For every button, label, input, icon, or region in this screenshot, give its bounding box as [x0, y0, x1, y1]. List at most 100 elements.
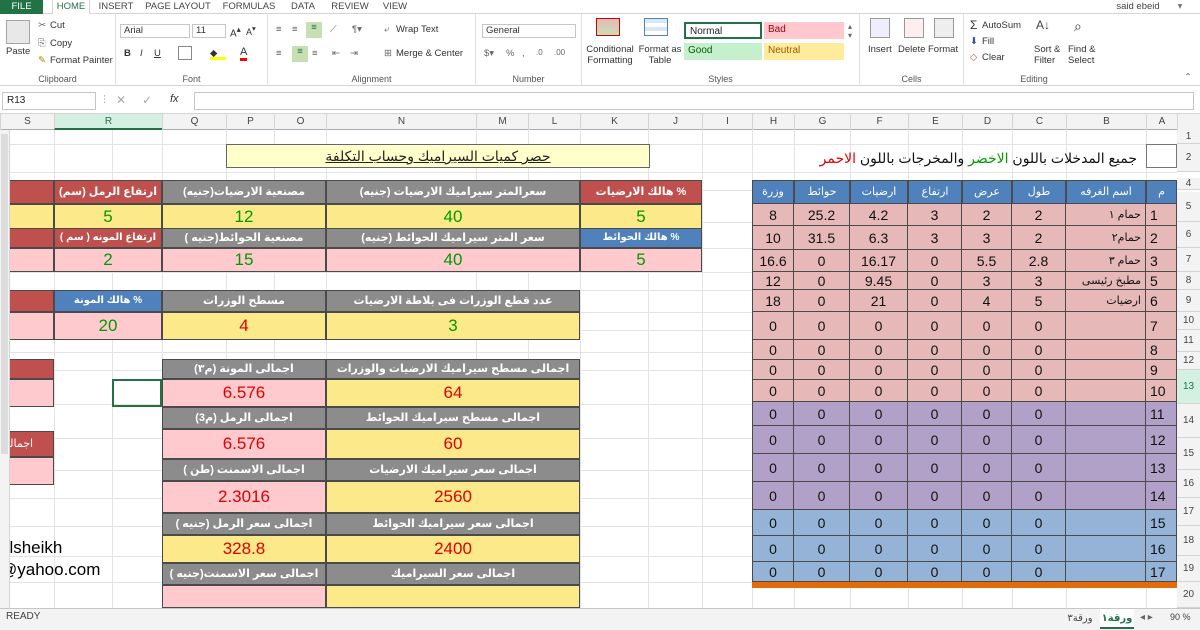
percent-icon[interactable]: % [506, 48, 514, 59]
rooms-cell[interactable]: 0 [850, 510, 908, 536]
rooms-cell[interactable]: 0 [850, 340, 908, 360]
sort-filter-button[interactable]: Sort & Filter [1034, 44, 1068, 66]
rooms-cell[interactable]: 0 [794, 454, 850, 482]
col-header-q[interactable]: Q [162, 114, 226, 130]
rooms-cell[interactable]: 8 [1146, 340, 1177, 360]
skirting-area-value[interactable]: 4 [162, 312, 326, 340]
col-header-j[interactable]: J [648, 114, 702, 130]
rooms-cell[interactable]: 0 [1012, 340, 1066, 360]
rooms-cell[interactable]: 1 [1146, 204, 1177, 226]
format-button[interactable]: Format [928, 44, 958, 55]
rooms-cell[interactable] [1066, 312, 1146, 340]
rooms-cell[interactable]: 12 [1146, 426, 1177, 454]
rooms-cell[interactable]: 0 [908, 426, 962, 454]
rooms-cell[interactable]: 0 [794, 360, 850, 380]
row-header[interactable]: 11 [1177, 330, 1200, 352]
name-box[interactable]: R13 [2, 92, 96, 110]
wall-waste-value[interactable]: 5 [580, 248, 702, 272]
col-header-d[interactable]: D [962, 114, 1012, 130]
rooms-cell[interactable]: 4 [962, 290, 1012, 312]
rooms-cell[interactable]: 0 [908, 340, 962, 360]
rooms-cell[interactable]: 5 [1012, 290, 1066, 312]
selected-cell-r13[interactable] [112, 379, 162, 407]
rooms-cell[interactable]: 0 [962, 536, 1012, 562]
bold-icon[interactable]: B [124, 48, 131, 59]
insert-button[interactable]: Insert [868, 44, 892, 55]
row-header[interactable]: 19 [1177, 556, 1200, 582]
col-header-p[interactable]: P [226, 114, 274, 130]
rooms-cell[interactable]: 0 [908, 250, 962, 272]
rooms-cell[interactable]: 0 [908, 482, 962, 510]
font-name-select[interactable]: Arial [120, 24, 190, 38]
align-top-icon[interactable]: ≡ [276, 24, 282, 35]
rooms-cell[interactable]: 0 [850, 312, 908, 340]
col-header-o[interactable]: O [274, 114, 326, 130]
style-good[interactable]: Good [684, 43, 762, 60]
rooms-cell[interactable]: 0 [794, 290, 850, 312]
rooms-cell[interactable]: 0 [962, 454, 1012, 482]
find-select-button[interactable]: Find & Select [1068, 44, 1102, 66]
rooms-cell[interactable]: 0 [794, 272, 850, 290]
rooms-cell[interactable]: 5.5 [962, 250, 1012, 272]
rooms-cell[interactable]: 0 [850, 562, 908, 582]
col-header-l[interactable]: L [528, 114, 580, 130]
rooms-cell[interactable]: 2 [1012, 226, 1066, 250]
rooms-cell[interactable]: 0 [850, 482, 908, 510]
vertical-scrollbar[interactable] [0, 130, 10, 608]
rooms-cell[interactable] [1066, 426, 1146, 454]
row-header[interactable]: 13 [1177, 370, 1200, 404]
row-header[interactable]: 18 [1177, 526, 1200, 556]
rooms-cell[interactable] [1066, 536, 1146, 562]
user-menu-icon[interactable]: ▾ [1172, 0, 1188, 14]
rooms-cell[interactable]: 0 [908, 272, 962, 290]
rooms-cell[interactable]: 0 [794, 426, 850, 454]
rooms-cell[interactable]: 18 [752, 290, 794, 312]
rooms-cell[interactable]: 11 [1146, 402, 1177, 426]
comma-icon[interactable]: , [522, 48, 525, 59]
rooms-cell[interactable]: 0 [752, 312, 794, 340]
paste-icon[interactable] [6, 20, 30, 44]
align-middle-icon[interactable]: ≡ [292, 24, 298, 35]
rooms-cell[interactable]: مطبخ رئيسى [1066, 272, 1146, 290]
tab-review[interactable]: REVIEW [328, 0, 372, 14]
copy-button[interactable]: Copy [50, 38, 72, 49]
align-center-icon[interactable]: ≡ [292, 46, 308, 62]
rooms-cell[interactable]: 0 [962, 312, 1012, 340]
cancel-icon[interactable]: ✕ [116, 93, 126, 107]
rooms-cell[interactable]: 0 [1012, 482, 1066, 510]
rooms-cell[interactable]: 2 [1012, 204, 1066, 226]
decrease-decimal-icon[interactable]: .00 [554, 48, 565, 57]
rooms-cell[interactable]: 0 [1012, 360, 1066, 380]
rooms-cell[interactable]: 3 [1012, 272, 1066, 290]
rooms-cell[interactable]: 0 [1012, 562, 1066, 582]
rooms-cell[interactable]: 0 [850, 426, 908, 454]
conditional-formatting-button[interactable]: Conditional Formatting [584, 44, 636, 66]
row-header[interactable]: 17 [1177, 498, 1200, 526]
rooms-cell[interactable]: 0 [962, 380, 1012, 402]
col-header-i[interactable]: I [702, 114, 752, 130]
select-all-corner[interactable] [1177, 114, 1200, 130]
row-header[interactable]: 15 [1177, 438, 1200, 470]
insert-function-button[interactable]: fx [170, 93, 179, 105]
rooms-cell[interactable]: 0 [752, 482, 794, 510]
row-header[interactable]: 2 [1177, 144, 1200, 172]
rooms-cell[interactable]: 0 [794, 562, 850, 582]
row-header[interactable]: 4 [1177, 178, 1200, 190]
rooms-cell[interactable]: 0 [794, 380, 850, 402]
align-right-icon[interactable]: ≡ [312, 48, 318, 59]
rooms-cell[interactable]: 0 [962, 562, 1012, 582]
rooms-cell[interactable]: 0 [850, 360, 908, 380]
clear-button[interactable]: Clear [982, 52, 1005, 63]
rooms-cell[interactable]: 0 [1012, 454, 1066, 482]
tab-insert[interactable]: INSERT [96, 0, 136, 14]
rooms-cell[interactable]: 15 [1146, 510, 1177, 536]
decrease-font-icon[interactable]: A▾ [246, 24, 256, 37]
rooms-cell[interactable]: 5 [1146, 272, 1177, 290]
worksheet-grid[interactable]: جميع المدخلات باللون الاخضر والمخرجات با… [0, 130, 1177, 608]
rooms-cell[interactable]: 0 [1012, 510, 1066, 536]
tab-formulas[interactable]: FORMULAS [220, 0, 278, 14]
rooms-cell[interactable]: 25.2 [794, 204, 850, 226]
orientation-icon[interactable]: ⟋ [330, 24, 337, 35]
tab-view[interactable]: VIEW [378, 0, 412, 14]
styles-more-icon[interactable]: ▴ ▾ [848, 22, 852, 40]
